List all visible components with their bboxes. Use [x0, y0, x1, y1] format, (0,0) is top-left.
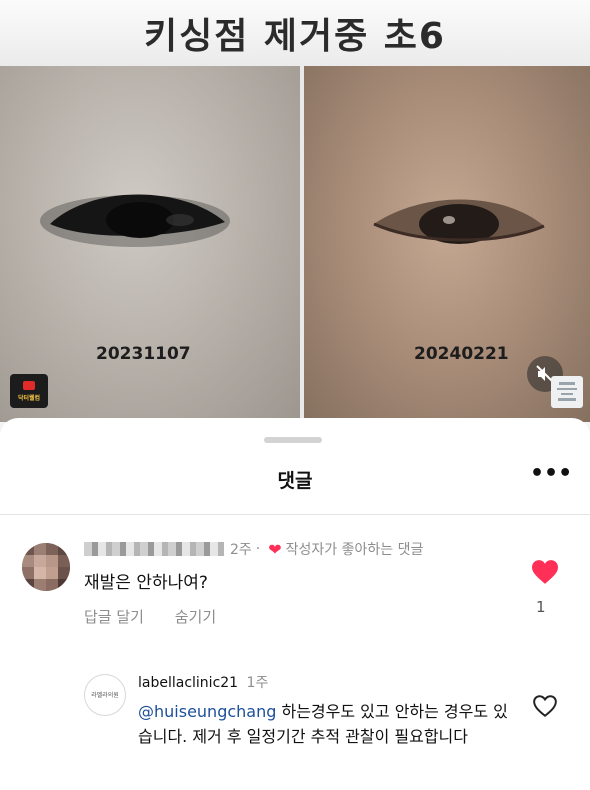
reply-button[interactable]: 답글 달기 — [84, 608, 144, 626]
comments-sheet: 댓글 ••• 2주 · ❤ 작성자가 좋아하는 댓글 재발은 안하나여? 답글 … — [0, 418, 590, 790]
comment-meta: 2주 · ❤ 작성자가 좋아하는 댓글 — [84, 539, 423, 559]
commenter-username-redacted[interactable] — [84, 542, 224, 556]
like-count: 1 — [536, 598, 546, 616]
comment-text: 재발은 안하나여? — [84, 573, 208, 593]
channel-logo-text: 닥터웰컴 — [17, 394, 41, 402]
video-player[interactable]: 키싱점 제거중 초6 20231107 20240221 닥터웰컴 — [0, 0, 590, 440]
sheet-divider — [0, 514, 590, 515]
sheet-title: 댓글 — [277, 470, 313, 492]
clinic-avatar-text: 라벨라의원 — [91, 691, 119, 699]
heart-filled-icon[interactable] — [530, 559, 560, 585]
comment-actions: 답글 달기 숨기기 — [84, 606, 242, 627]
more-options-button[interactable]: ••• — [530, 463, 572, 490]
eye-before-graphic — [40, 194, 230, 247]
video-title-bar: 키싱점 제거중 초6 — [0, 0, 590, 66]
eye-after-graphic — [373, 199, 545, 244]
reply-meta: labellaclinic21 1주 — [138, 672, 268, 692]
clinic-avatar[interactable]: 라벨라의원 — [84, 674, 126, 716]
before-photo: 20231107 — [0, 66, 300, 422]
after-date-label: 20240221 — [414, 344, 509, 364]
reply-text: @huiseungchang 하는경우도 있고 안하는 경우도 있습니다. 제거… — [138, 699, 508, 749]
sheet-drag-handle[interactable] — [264, 437, 322, 443]
comment-time: 2주 — [230, 542, 252, 558]
commenter-avatar[interactable] — [22, 543, 70, 591]
clinic-watermark-logo — [551, 376, 583, 408]
mention-link[interactable]: @huiseungchang — [138, 702, 276, 721]
watermark-pattern-icon — [557, 382, 577, 401]
video-title: 키싱점 제거중 초6 — [144, 16, 446, 57]
play-icon — [23, 380, 35, 390]
reply-time: 1주 — [246, 675, 269, 691]
author-liked-label: 작성자가 좋아하는 댓글 — [285, 542, 424, 558]
author-liked-heart-icon: ❤ — [268, 539, 282, 559]
channel-logo: 닥터웰컴 — [10, 374, 48, 408]
reply-username[interactable]: labellaclinic21 — [138, 675, 238, 691]
before-date-label: 20231107 — [96, 344, 191, 364]
meta-separator: · — [255, 541, 261, 557]
hide-button[interactable]: 숨기기 — [175, 608, 216, 626]
heart-outline-icon[interactable] — [532, 694, 558, 718]
